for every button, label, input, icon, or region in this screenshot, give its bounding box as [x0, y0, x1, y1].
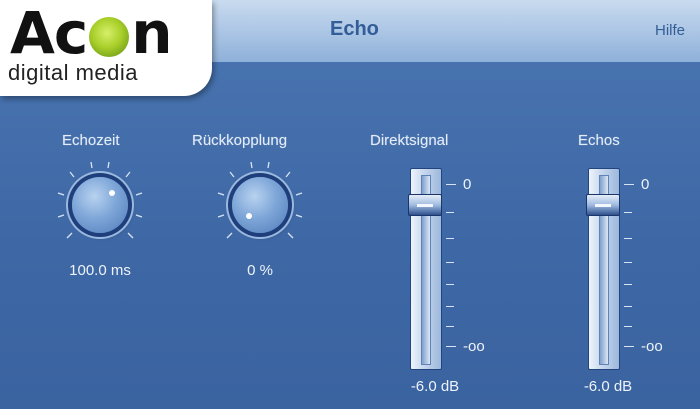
acon-logo: Ac n digital media [0, 0, 212, 96]
fader-handle-icon[interactable] [586, 194, 620, 216]
echos-max-label: 0 [641, 176, 650, 193]
direktsignal-scale-ticks [446, 170, 456, 370]
direktsignal-label: Direktsignal [370, 132, 449, 149]
echos-fader[interactable] [586, 168, 622, 370]
knob-indicator-dot [109, 190, 115, 196]
logo-subtitle: digital media [8, 60, 139, 85]
direktsignal-min-label: -oo [463, 338, 485, 355]
logo-o-icon [89, 17, 130, 57]
rueckkopplung-value: 0 % [247, 262, 273, 279]
echos-label: Echos [578, 132, 620, 149]
rueckkopplung-knob-control[interactable] [210, 155, 310, 255]
help-link[interactable]: Hilfe [655, 22, 685, 39]
echozeit-label: Echozeit [62, 132, 120, 149]
direktsignal-max-label: 0 [463, 176, 472, 193]
direktsignal-fader[interactable] [408, 168, 444, 370]
echozeit-value: 100.0 ms [69, 262, 131, 279]
echo-plugin-window: Echo Hilfe Ac n digital media Echozeit 1… [0, 0, 700, 409]
knob-control-icon[interactable] [232, 177, 288, 233]
logo-wordmark: Ac n [10, 0, 173, 67]
echos-min-label: -oo [641, 338, 663, 355]
echos-scale-ticks [624, 170, 634, 370]
echos-value: -6.0 dB [583, 378, 633, 395]
echozeit-knob-control[interactable] [50, 155, 150, 255]
direktsignal-value: -6.0 dB [410, 378, 460, 395]
fader-handle-icon[interactable] [408, 194, 442, 216]
plugin-title: Echo [330, 18, 379, 40]
knob-indicator-dot [246, 213, 252, 219]
rueckkopplung-label: Rückkopplung [192, 132, 288, 149]
knob-control-icon[interactable] [72, 177, 128, 233]
